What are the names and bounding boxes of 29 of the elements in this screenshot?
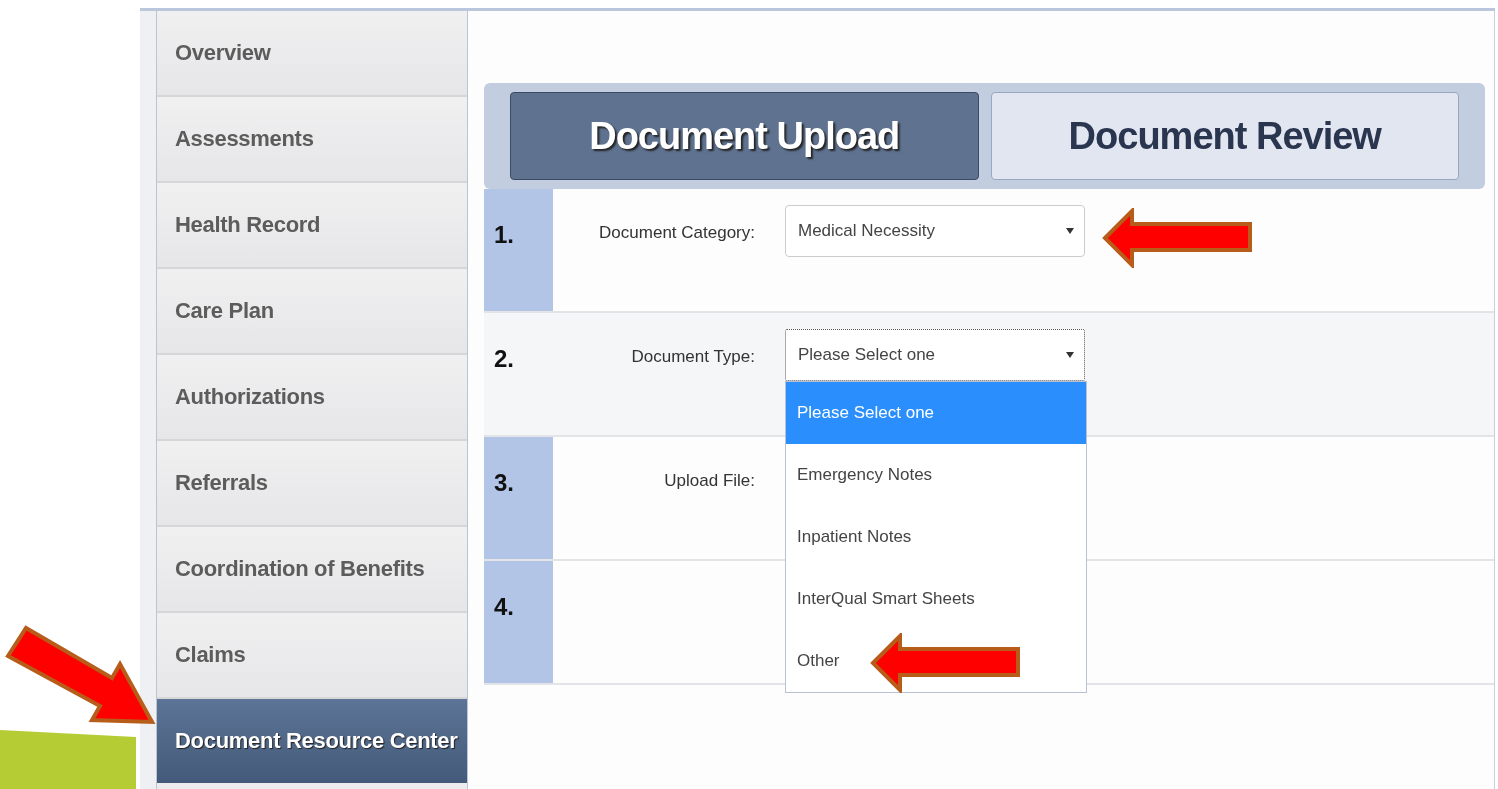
select-field[interactable]: Please Select one [785, 329, 1085, 381]
step-number: 2. [493, 344, 515, 374]
tab[interactable]: Document Review [990, 92, 1459, 180]
dropdown-option[interactable]: Other [786, 630, 1086, 692]
caret-icon [1066, 227, 1074, 235]
arrow-icon [1102, 208, 1254, 268]
sidebar-item[interactable]: Authorizations [157, 355, 467, 441]
sidebar-item[interactable]: Claims [157, 613, 467, 699]
sidebar-item[interactable]: Document Resource Center [157, 699, 467, 783]
step-number: 4. [484, 561, 553, 683]
sidebar-item[interactable]: Assessments [157, 97, 467, 183]
step-number: 1. [484, 189, 553, 311]
sidebar-item[interactable]: Overview [157, 11, 467, 97]
tab[interactable]: Document Upload [510, 92, 979, 180]
dropdown-option[interactable]: Emergency Notes [786, 444, 1086, 506]
dropdown-option[interactable]: Inpatient Notes [786, 506, 1086, 568]
field-label: Upload File: [663, 471, 755, 491]
sidebar-item[interactable]: Coordination of Benefits [157, 527, 467, 613]
sidebar-item[interactable]: Care Plan [157, 269, 467, 355]
field-label: Document Type: [630, 347, 755, 367]
arrow-icon [870, 633, 1022, 693]
field-label: Document Category: [598, 223, 755, 243]
step-number: 3. [484, 437, 553, 559]
caret-icon [1066, 351, 1074, 359]
dropdown-option[interactable]: Please Select one [786, 382, 1086, 444]
sidebar-item[interactable]: Referrals [157, 441, 467, 527]
select-field[interactable]: Medical Necessity [785, 205, 1085, 257]
sidebar-item[interactable]: Health Record [157, 183, 467, 269]
dropdown-option[interactable]: InterQual Smart Sheets [786, 568, 1086, 630]
